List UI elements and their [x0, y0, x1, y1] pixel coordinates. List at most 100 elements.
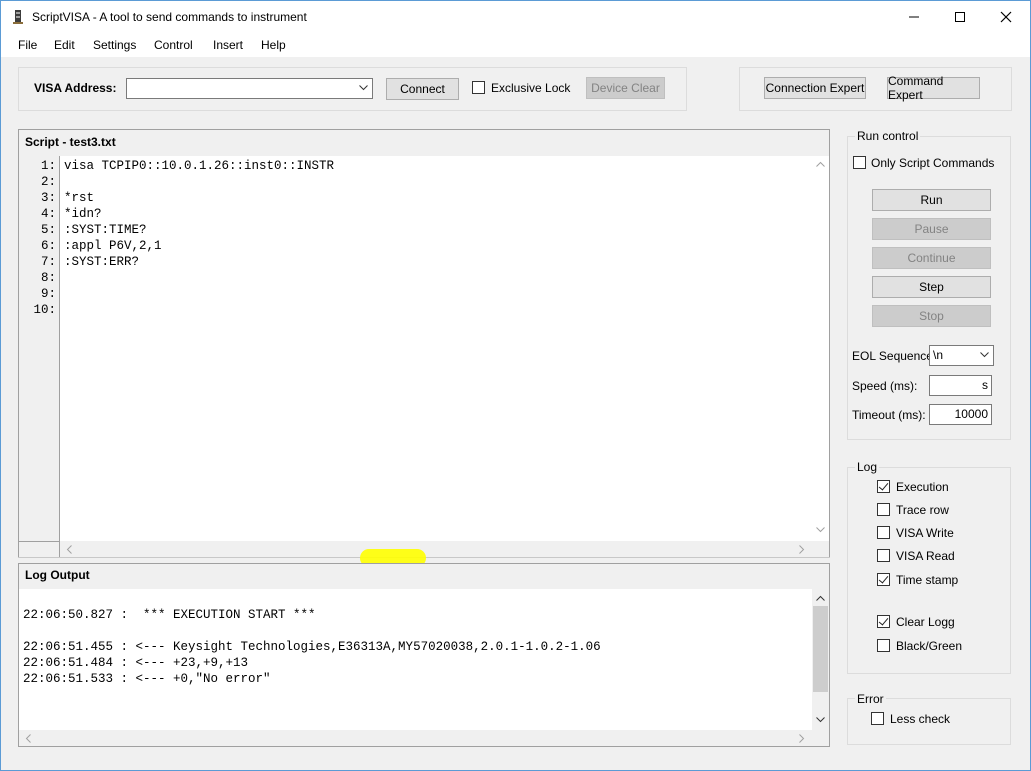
- continue-button[interactable]: Continue: [872, 247, 991, 269]
- connection-expert-button[interactable]: Connection Expert: [764, 77, 866, 99]
- execution-label: Execution: [896, 480, 949, 494]
- log-line: 22:06:51.455 : <--- Keysight Technologie…: [23, 640, 601, 654]
- log-text: 22:06:50.827 : *** EXECUTION START *** 2…: [23, 591, 601, 687]
- script-editor[interactable]: 1: 2: 3: 4: 5: 6: 7: 8: 9: 10: visa TCPIP0::10.0.…: [19, 156, 829, 541]
- line-number: 9:: [40, 287, 56, 301]
- close-icon: [1000, 11, 1012, 23]
- stop-button[interactable]: Stop: [872, 305, 991, 327]
- scroll-down-icon[interactable]: [816, 527, 825, 533]
- menu-edit[interactable]: Edit: [54, 38, 75, 52]
- visa-read-label: VISA Read: [896, 549, 955, 563]
- line-number: 3:: [40, 191, 56, 205]
- code-line: visa TCPIP0::10.0.1.26::inst0::INSTR: [64, 159, 335, 173]
- execution-checkbox[interactable]: [877, 480, 890, 493]
- scroll-left-icon[interactable]: [25, 734, 31, 743]
- line-number: 4:: [40, 207, 56, 221]
- line-number: 1:: [40, 159, 56, 173]
- error-group-title: Error: [855, 692, 886, 706]
- eol-sequence-value: \n: [933, 348, 944, 362]
- script-vscrollbar[interactable]: [812, 156, 829, 541]
- log-scroll-thumb[interactable]: [813, 606, 828, 692]
- code-line: *rst: [64, 191, 95, 205]
- visa-address-label: VISA Address:: [34, 81, 117, 95]
- scroll-right-icon[interactable]: [799, 734, 805, 743]
- log-vscrollbar[interactable]: [812, 589, 829, 730]
- connect-button[interactable]: Connect: [386, 78, 459, 100]
- code-line: :SYST:ERR?: [64, 255, 140, 269]
- app-window: ScriptVISA - A tool to send commands to …: [0, 0, 1031, 771]
- black-green-label: Black/Green: [896, 639, 963, 653]
- maximize-icon: [955, 12, 965, 22]
- scroll-down-icon[interactable]: [816, 717, 825, 723]
- log-output-area[interactable]: 22:06:50.827 : *** EXECUTION START *** 2…: [19, 589, 829, 730]
- script-code[interactable]: visa TCPIP0::10.0.1.26::inst0::INSTR *rs…: [64, 158, 334, 318]
- speed-input[interactable]: s: [929, 375, 992, 396]
- code-line: :appl P6V,2,1: [64, 239, 162, 253]
- timeout-input[interactable]: 10000: [929, 404, 992, 425]
- script-header: Script - test3.txt: [25, 135, 116, 149]
- only-script-checkbox[interactable]: [853, 156, 866, 169]
- scroll-up-icon[interactable]: [816, 595, 825, 601]
- line-number: 2:: [40, 175, 56, 189]
- window-title: ScriptVISA - A tool to send commands to …: [32, 10, 307, 24]
- eol-sequence-combo[interactable]: \n: [929, 345, 994, 366]
- clear-logg-checkbox[interactable]: [877, 615, 890, 628]
- title-bar[interactable]: ScriptVISA - A tool to send commands to …: [1, 1, 1030, 33]
- eol-sequence-label: EOL Sequence:: [852, 349, 937, 363]
- pause-button[interactable]: Pause: [872, 218, 991, 240]
- exclusive-lock-label: Exclusive Lock: [491, 81, 571, 95]
- timeout-label: Timeout (ms):: [852, 408, 926, 422]
- trace-row-checkbox[interactable]: [877, 503, 890, 516]
- minimize-button[interactable]: [891, 1, 937, 33]
- scroll-right-icon[interactable]: [799, 545, 805, 554]
- log-header: Log Output: [25, 568, 90, 582]
- less-check-label: Less check: [890, 712, 951, 726]
- command-expert-button[interactable]: Command Expert: [887, 74, 980, 102]
- chevron-down-icon: [980, 352, 989, 358]
- run-button[interactable]: Run: [872, 189, 991, 211]
- exclusive-lock-checkbox[interactable]: [472, 81, 485, 94]
- minimize-icon: [909, 16, 919, 18]
- trace-row-label: Trace row: [896, 503, 949, 517]
- log-line: 22:06:50.827 : *** EXECUTION START ***: [23, 608, 316, 622]
- log-line: 22:06:51.484 : <--- +23,+9,+13: [23, 656, 249, 670]
- log-options-title: Log: [855, 460, 880, 474]
- line-number: 5:: [40, 223, 56, 237]
- code-line: :SYST:TIME?: [64, 223, 147, 237]
- scroll-left-icon[interactable]: [66, 545, 72, 554]
- time-stamp-label: Time stamp: [896, 573, 959, 587]
- visa-address-combo[interactable]: [126, 78, 373, 99]
- visa-write-checkbox[interactable]: [877, 526, 890, 539]
- log-line: 22:06:51.533 : <--- +0,"No error": [23, 672, 271, 686]
- app-icon: [13, 10, 23, 24]
- black-green-checkbox[interactable]: [877, 639, 890, 652]
- visa-write-label: VISA Write: [896, 526, 954, 540]
- line-gutter: 1: 2: 3: 4: 5: 6: 7: 8: 9: 10:: [19, 156, 60, 541]
- menu-insert[interactable]: Insert: [213, 38, 243, 52]
- menu-control[interactable]: Control: [154, 38, 193, 52]
- menu-help[interactable]: Help: [261, 38, 286, 52]
- maximize-button[interactable]: [937, 1, 983, 33]
- visa-read-checkbox[interactable]: [877, 549, 890, 562]
- only-script-label: Only Script Commands: [871, 156, 995, 170]
- time-stamp-checkbox[interactable]: [877, 573, 890, 586]
- log-hscrollbar[interactable]: [19, 730, 829, 746]
- close-button[interactable]: [983, 1, 1029, 33]
- gutter-corner: [19, 541, 60, 557]
- menu-settings[interactable]: Settings: [93, 38, 136, 52]
- device-clear-button[interactable]: Device Clear: [586, 77, 665, 99]
- scroll-up-icon[interactable]: [816, 161, 825, 167]
- run-control-title: Run control: [855, 129, 921, 143]
- menu-file[interactable]: File: [18, 38, 37, 52]
- speed-label: Speed (ms):: [852, 379, 918, 393]
- step-button[interactable]: Step: [872, 276, 991, 298]
- line-numbers: 1: 2: 3: 4: 5: 6: 7: 8: 9: 10:: [33, 158, 56, 318]
- less-check-checkbox[interactable]: [871, 712, 884, 725]
- clear-logg-label: Clear Logg: [896, 615, 955, 629]
